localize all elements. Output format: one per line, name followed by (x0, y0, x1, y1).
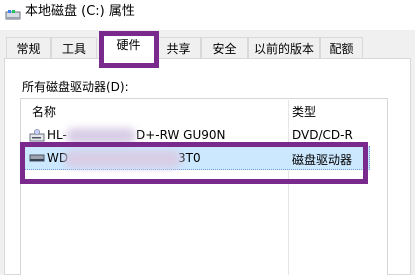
redaction-blur (66, 128, 136, 144)
window-title: 本地磁盘 (C:) 属性 (25, 4, 135, 19)
hard-disk-icon (29, 154, 45, 162)
tab-general[interactable]: 常规 (6, 37, 51, 59)
column-separator[interactable] (288, 100, 289, 275)
column-header-type[interactable]: 类型 (292, 103, 316, 120)
device-type: 磁盘驱动器 (292, 153, 353, 167)
tab-tools[interactable]: 工具 (51, 37, 97, 59)
device-name-end: D+-RW GU90N (136, 128, 226, 142)
redaction-blur (64, 150, 182, 168)
disk-drive-list[interactable] (20, 98, 388, 275)
tab-quota[interactable]: 配额 (320, 37, 363, 59)
column-header-name[interactable]: 名称 (32, 103, 56, 120)
device-name-start: HL- (47, 128, 67, 142)
tab-hardware[interactable]: 硬件 (101, 33, 156, 59)
tab-sharing[interactable]: 共享 (156, 37, 201, 59)
title-bar: 本地磁盘 (C:) 属性 (0, 0, 415, 30)
device-type: DVD/CD-R (292, 128, 353, 142)
disk-drives-label: 所有磁盘驱动器(D): (22, 80, 129, 94)
tab-security[interactable]: 安全 (201, 37, 248, 59)
tab-previous-versions[interactable]: 以前的版本 (248, 37, 320, 59)
dvd-drive-icon (29, 129, 45, 142)
drive-icon (5, 10, 21, 20)
